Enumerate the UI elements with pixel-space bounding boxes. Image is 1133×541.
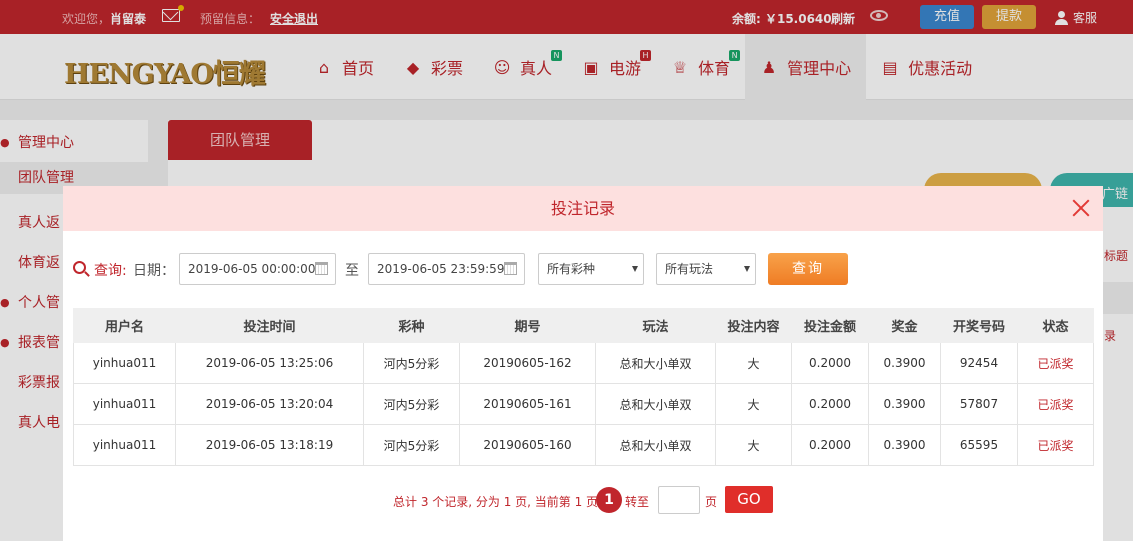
bet-records-modal: 投注记录 查询: 日期： 2019-06-05 00:00:00 至 2019-… [63, 186, 1103, 541]
cell-content: 大 [715, 383, 792, 425]
cell-play: 总和大小单双 [595, 342, 716, 384]
calendar-icon[interactable] [315, 262, 328, 275]
column-header: 投注内容 [715, 308, 792, 343]
cell-bet-time: 2019-06-05 13:20:04 [175, 383, 364, 425]
cell-lottery: 河内5分彩 [363, 342, 460, 384]
cell-draw-number: 92454 [940, 342, 1018, 384]
table-row: yinhua011 2019-06-05 13:20:04 河内5分彩 2019… [73, 383, 1094, 425]
page-number-current[interactable]: 1 [596, 487, 622, 513]
cell-lottery: 河内5分彩 [363, 424, 460, 466]
lottery-type-value: 所有彩种 [547, 262, 596, 276]
cell-status: 已派奖 [1017, 383, 1094, 425]
column-header: 彩种 [363, 308, 460, 343]
lottery-type-select[interactable]: 所有彩种 [538, 253, 644, 285]
cell-prize: 0.3900 [868, 383, 941, 425]
page-jump-input[interactable] [658, 486, 700, 514]
bet-records-table: 用户名 投注时间 彩种 期号 玩法 投注内容 投注金额 奖金 开奖号码 状态 y… [73, 308, 1094, 466]
query-label: 查询: [94, 263, 127, 279]
column-header: 期号 [459, 308, 596, 343]
calendar-icon[interactable] [504, 262, 517, 275]
pagination-summary: 总计 3 个记录, 分为 1 页, 当前第 1 页 [393, 495, 599, 509]
column-header: 投注金额 [791, 308, 869, 343]
cell-amount: 0.2000 [791, 383, 869, 425]
play-type-value: 所有玩法 [665, 262, 714, 276]
chevron-down-icon [632, 266, 638, 272]
cell-prize: 0.3900 [868, 424, 941, 466]
date-range-separator: 至 [345, 263, 359, 279]
search-icon [73, 261, 86, 274]
play-type-select[interactable]: 所有玩法 [656, 253, 756, 285]
modal-title: 投注记录 [550, 199, 615, 218]
cell-lottery: 河内5分彩 [363, 383, 460, 425]
filter-bar: 查询: 日期： 2019-06-05 00:00:00 至 2019-06-05… [73, 253, 1093, 285]
column-header: 投注时间 [175, 308, 364, 343]
chevron-down-icon [744, 266, 750, 272]
cell-status: 已派奖 [1017, 342, 1094, 384]
end-date-value: 2019-06-05 23:59:59 [377, 262, 505, 276]
cell-username: yinhua011 [73, 424, 176, 466]
cell-bet-time: 2019-06-05 13:25:06 [175, 342, 364, 384]
cell-content: 大 [715, 342, 792, 384]
query-button[interactable]: 查询 [768, 253, 848, 285]
column-header: 开奖号码 [940, 308, 1018, 343]
column-header: 玩法 [595, 308, 716, 343]
pagination: 总计 3 个记录, 分为 1 页, 当前第 1 页 1 转至 页 GO [63, 486, 1103, 514]
cell-username: yinhua011 [73, 383, 176, 425]
column-header: 奖金 [868, 308, 941, 343]
end-date-input[interactable]: 2019-06-05 23:59:59 [368, 253, 525, 285]
date-label: 日期： [133, 263, 175, 279]
column-header: 用户名 [73, 308, 176, 343]
cell-play: 总和大小单双 [595, 383, 716, 425]
modal-header: 投注记录 [63, 186, 1103, 231]
cell-amount: 0.2000 [791, 424, 869, 466]
cell-issue: 20190605-161 [459, 383, 596, 425]
start-date-input[interactable]: 2019-06-05 00:00:00 [179, 253, 336, 285]
page-unit-label: 页 [705, 495, 718, 509]
cell-prize: 0.3900 [868, 342, 941, 384]
cell-draw-number: 57807 [940, 383, 1018, 425]
cell-issue: 20190605-160 [459, 424, 596, 466]
cell-content: 大 [715, 424, 792, 466]
column-header: 状态 [1017, 308, 1094, 343]
go-button[interactable]: GO [725, 486, 773, 513]
cell-username: yinhua011 [73, 342, 176, 384]
table-header-row: 用户名 投注时间 彩种 期号 玩法 投注内容 投注金额 奖金 开奖号码 状态 [73, 308, 1094, 343]
goto-label: 转至 [625, 495, 650, 509]
close-icon[interactable] [1071, 198, 1091, 218]
cell-status: 已派奖 [1017, 424, 1094, 466]
start-date-value: 2019-06-05 00:00:00 [188, 262, 316, 276]
cell-bet-time: 2019-06-05 13:18:19 [175, 424, 364, 466]
cell-draw-number: 65595 [940, 424, 1018, 466]
table-row: yinhua011 2019-06-05 13:25:06 河内5分彩 2019… [73, 342, 1094, 384]
cell-amount: 0.2000 [791, 342, 869, 384]
cell-play: 总和大小单双 [595, 424, 716, 466]
table-row: yinhua011 2019-06-05 13:18:19 河内5分彩 2019… [73, 424, 1094, 466]
cell-issue: 20190605-162 [459, 342, 596, 384]
